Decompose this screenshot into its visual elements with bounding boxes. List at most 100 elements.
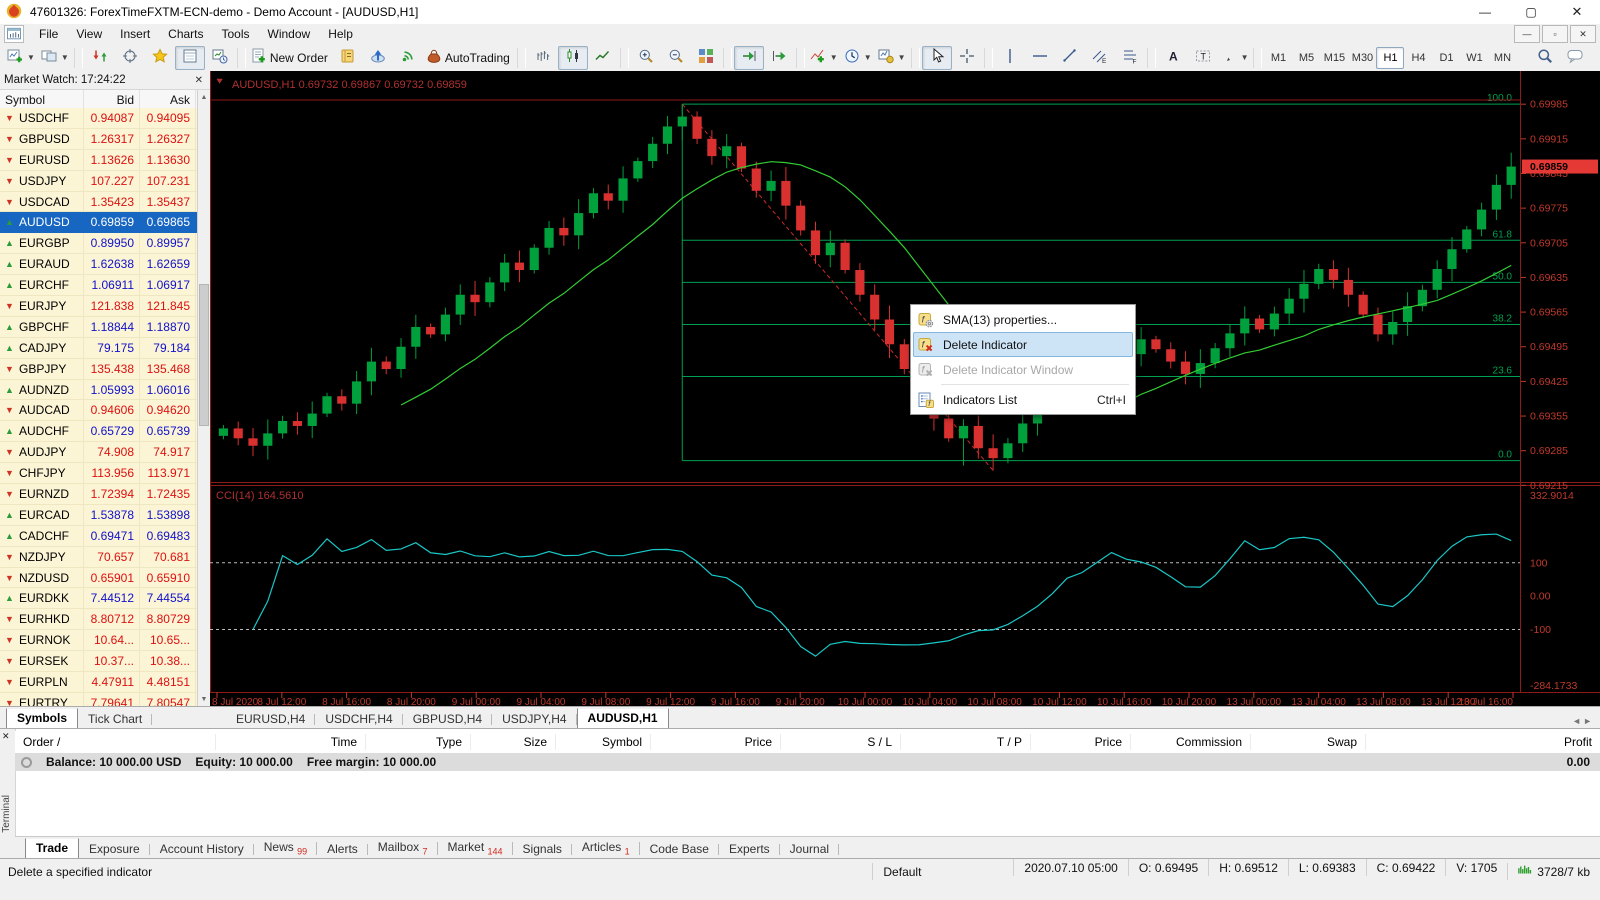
channel-button[interactable]: E	[1085, 46, 1115, 70]
periods-button[interactable]: ▼	[841, 46, 875, 70]
timeframe-m15[interactable]: M15	[1320, 47, 1348, 69]
chart-tab-usdchf-h4[interactable]: USDCHF,H4	[315, 710, 402, 729]
templates-button[interactable]: ▼	[875, 46, 909, 70]
chart-shift-button[interactable]	[764, 46, 794, 70]
symbol-row-eurhkd[interactable]: ▼EURHKD8.807128.80729	[0, 609, 198, 630]
chart-tab-gbpusd-h4[interactable]: GBPUSD,H4	[403, 710, 492, 729]
context-menu-delete-indicator[interactable]: fDelete Indicator	[913, 332, 1133, 357]
timeframe-h4[interactable]: H4	[1404, 47, 1432, 69]
terminal-col-order[interactable]: Order /	[15, 734, 215, 750]
balance-row[interactable]: Balance: 10 000.00 USD Equity: 10 000.00…	[15, 753, 1600, 771]
strategy-tester-toggle[interactable]	[205, 46, 235, 70]
context-menu-delete-indicator-window[interactable]: fDelete Indicator Window	[913, 357, 1133, 382]
terminal-col-size[interactable]: Size	[470, 734, 555, 750]
tabs-scroll-right-icon[interactable]: ►	[1583, 716, 1592, 726]
symbol-row-audchf[interactable]: ▲AUDCHF0.657290.65739	[0, 421, 198, 442]
terminal-col-price[interactable]: Price	[650, 734, 780, 750]
menu-file[interactable]: File	[30, 25, 67, 43]
terminal-tab-exposure[interactable]: Exposure	[79, 840, 150, 859]
menu-insert[interactable]: Insert	[111, 25, 159, 43]
terminal-col-time[interactable]: Time	[215, 734, 365, 750]
bar-chart-button[interactable]	[528, 46, 558, 70]
symbol-row-cadjpy[interactable]: ▲CADJPY79.17579.184	[0, 338, 198, 359]
scroll-down-icon[interactable]: ▼	[198, 692, 210, 706]
terminal-close-icon[interactable]: ✕	[2, 731, 10, 742]
search-button[interactable]	[1530, 46, 1560, 70]
menu-help[interactable]: Help	[319, 25, 362, 43]
symbol-row-eurcad[interactable]: ▲EURCAD1.538781.53898	[0, 505, 198, 526]
terminal-col-type[interactable]: Type	[365, 734, 470, 750]
symbol-row-audusd[interactable]: ▲AUDUSD0.698590.69865	[0, 212, 198, 233]
terminal-col-commission[interactable]: Commission	[1130, 734, 1250, 750]
symbol-row-eurtry[interactable]: ▼EURTRY7.796417.80547	[0, 693, 198, 706]
vertical-line-button[interactable]	[995, 46, 1025, 70]
symbol-row-cadchf[interactable]: ▲CADCHF0.694710.69483	[0, 526, 198, 547]
terminal-tab-market[interactable]: Market 144	[438, 838, 513, 859]
favorites-button[interactable]	[145, 46, 175, 70]
terminal-col-swap[interactable]: Swap	[1250, 734, 1365, 750]
timeframe-mn[interactable]: MN	[1488, 47, 1516, 69]
terminal-col-s-l[interactable]: S / L	[780, 734, 900, 750]
line-chart-button[interactable]	[588, 46, 618, 70]
metaeditor-button[interactable]	[333, 46, 363, 70]
context-menu-sma-13-properties[interactable]: fSMA(13) properties...	[913, 307, 1133, 332]
signals-button[interactable]	[393, 46, 423, 70]
maximize-button[interactable]: ▢	[1508, 0, 1554, 24]
symbol-row-eurpln[interactable]: ▼EURPLN4.479114.48151	[0, 672, 198, 693]
candlestick-button[interactable]	[558, 46, 588, 70]
symbol-row-nzdusd[interactable]: ▼NZDUSD0.659010.65910	[0, 568, 198, 589]
scrollbar-thumb[interactable]	[199, 284, 209, 426]
new-chart-button[interactable]: ▼	[4, 46, 38, 70]
cursor-button[interactable]	[922, 46, 952, 70]
market-watch-col-bid[interactable]: Bid	[84, 90, 140, 109]
child-minimize-button[interactable]: —	[1514, 25, 1540, 43]
terminal-tab-news[interactable]: News 99	[254, 838, 317, 859]
symbol-row-nzdjpy[interactable]: ▼NZDJPY70.65770.681	[0, 547, 198, 568]
terminal-tab-signals[interactable]: Signals	[513, 840, 572, 859]
terminal-col-profit[interactable]: Profit	[1365, 734, 1600, 750]
symbol-row-audjpy[interactable]: ▼AUDJPY74.90874.917	[0, 442, 198, 463]
symbol-row-gbpchf[interactable]: ▲GBPCHF1.188441.18870	[0, 317, 198, 338]
timeframe-m30[interactable]: M30	[1348, 47, 1376, 69]
market-watch-col-ask[interactable]: Ask	[140, 90, 196, 109]
timeframe-w1[interactable]: W1	[1460, 47, 1488, 69]
symbol-row-usdcad[interactable]: ▼USDCAD1.354231.35437	[0, 192, 198, 213]
ideas-chat-button[interactable]	[1560, 46, 1590, 70]
symbol-row-gbpusd[interactable]: ▼GBPUSD1.263171.26327	[0, 129, 198, 150]
menu-view[interactable]: View	[67, 25, 111, 43]
terminal-tab-trade[interactable]: Trade	[25, 838, 79, 859]
close-button[interactable]: ✕	[1554, 0, 1600, 24]
context-menu-indicators-list[interactable]: fIndicators ListCtrl+I	[913, 387, 1133, 412]
autotrading-button[interactable]: AutoTrading	[423, 46, 515, 70]
arrows-button[interactable]: ▼	[1218, 46, 1252, 70]
terminal-tab-account-history[interactable]: Account History	[150, 840, 254, 859]
zoom-in-button[interactable]	[631, 46, 661, 70]
symbol-row-eurjpy[interactable]: ▼EURJPY121.838121.845	[0, 296, 198, 317]
tabs-scroll-left-icon[interactable]: ◄	[1572, 716, 1581, 726]
symbol-row-usdjpy[interactable]: ▼USDJPY107.227107.231	[0, 171, 198, 192]
symbol-row-eurnzd[interactable]: ▼EURNZD1.723941.72435	[0, 484, 198, 505]
menu-window[interactable]: Window	[259, 25, 320, 43]
symbol-row-euraud[interactable]: ▲EURAUD1.626381.62659	[0, 254, 198, 275]
market-watch-tab-tick-chart[interactable]: Tick Chart	[78, 710, 152, 729]
market-watch-tab-symbols[interactable]: Symbols	[6, 708, 78, 729]
chart-tab-audusd-h1[interactable]: AUDUSD,H1	[577, 708, 669, 729]
terminal-tab-mailbox[interactable]: Mailbox 7	[368, 838, 438, 859]
chart-window-icon[interactable]	[4, 25, 24, 43]
symbol-row-audnzd[interactable]: ▲AUDNZD1.059931.06016	[0, 380, 198, 401]
minimize-button[interactable]: —	[1462, 0, 1508, 24]
symbol-row-audcad[interactable]: ▼AUDCAD0.946060.94620	[0, 400, 198, 421]
indicators-button[interactable]: ▼	[807, 46, 841, 70]
publish-button[interactable]	[363, 46, 393, 70]
child-restore-button[interactable]: ▫	[1542, 25, 1568, 43]
timeframe-m5[interactable]: M5	[1292, 47, 1320, 69]
menu-tools[interactable]: Tools	[213, 25, 259, 43]
symbol-row-eurusd[interactable]: ▼EURUSD1.136261.13630	[0, 150, 198, 171]
chart-tab-eurusd-h4[interactable]: EURUSD,H4	[226, 710, 315, 729]
terminal-tab-journal[interactable]: Journal	[780, 840, 839, 859]
trendline-button[interactable]	[1055, 46, 1085, 70]
menu-charts[interactable]: Charts	[159, 25, 212, 43]
scrollbar-track[interactable]	[198, 104, 210, 692]
terminal-col-symbol[interactable]: Symbol	[555, 734, 650, 750]
terminal-col-price-2[interactable]: Price	[1030, 734, 1130, 750]
